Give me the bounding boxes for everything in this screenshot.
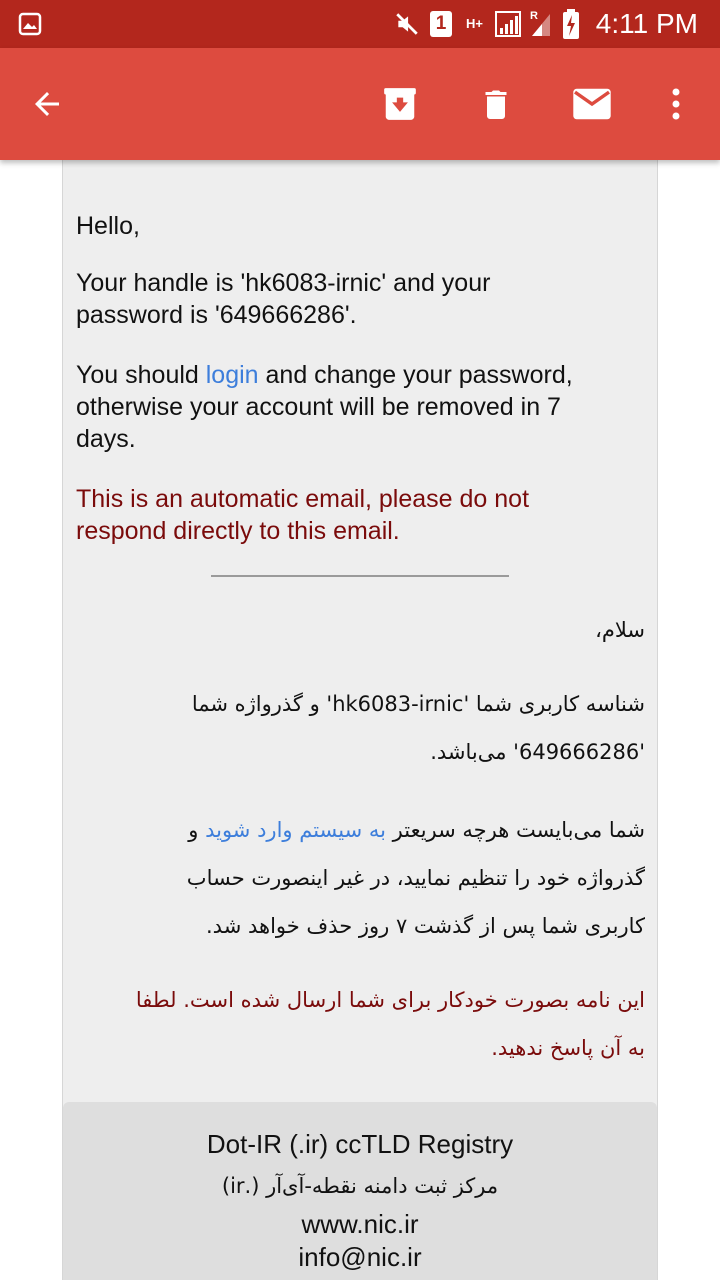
fa-auto-notice-line-1: این نامه بصورت خودکار برای شما ارسال شده… — [135, 988, 645, 1012]
fa-auto-notice-line-2: به آن پاسخ ندهید. — [491, 1036, 645, 1060]
battery-charging-icon — [562, 0, 580, 48]
email-body-scroll[interactable]: Hello, Your handle is 'hk6083-irnic' and… — [0, 160, 720, 1280]
data-icon: H+ — [466, 0, 483, 48]
greeting-text: Hello, — [76, 212, 140, 240]
divider — [211, 575, 509, 577]
fa-instruction-suffix: و — [188, 818, 206, 842]
roaming-label: R — [530, 10, 538, 22]
fa-handle-text-line-1: شناسه کاربری شما 'hk6083-irnic' و گذرواژ… — [191, 692, 645, 716]
signal-icon — [494, 0, 522, 48]
instruction-prefix: You should — [76, 361, 206, 389]
fa-greeting-text: سلام، — [595, 618, 645, 642]
footer-title-fa: مرکز ثبت دامنه نقطه-آی‌آر (.ir) — [221, 1174, 499, 1198]
footer-title: Dot-IR (.ir) ccTLD Registry — [206, 1129, 514, 1159]
back-arrow-icon — [35, 92, 59, 116]
app-bar — [0, 48, 720, 160]
archive-icon — [384, 88, 416, 120]
delete-icon — [485, 90, 507, 119]
sim-count-badge: 1 — [430, 11, 452, 37]
handle-text-line-1: Your handle is 'hk6083-irnic' and your — [76, 269, 491, 297]
fa-instruction-text-line-2: گذرواژه خود را تنظیم نمایید، در غیر اینص… — [186, 866, 645, 890]
more-vert-icon — [672, 88, 680, 120]
fa-instruction-prefix: شما می‌بایست هرچه سریعتر — [385, 818, 645, 842]
instruction-text-line-3: days. — [76, 425, 136, 453]
fa-instruction-text-line-3: کاربری شما پس از گذشت ۷ روز حذف خواهد شد… — [206, 914, 645, 938]
signal-roaming-icon: R — [528, 0, 554, 48]
email-card: Hello, Your handle is 'hk6083-irnic' and… — [62, 160, 658, 1280]
more-options-button[interactable] — [652, 48, 700, 160]
image-icon — [18, 0, 42, 48]
instruction-suffix: and change your password, — [258, 361, 573, 389]
handle-text-line-2: password is '649666286'. — [76, 301, 357, 329]
auto-notice-line-1: This is an automatic email, please do no… — [76, 485, 530, 513]
footer-email-link[interactable]: info@nic.ir — [63, 1241, 657, 1273]
status-bar: 1 H+ R 4:11 PM — [0, 0, 720, 48]
mark-unread-button[interactable] — [562, 48, 622, 160]
fa-handle-text-line-2: '649666286' می‌باشد. — [430, 740, 645, 764]
fa-login-link[interactable]: به سیستم وارد شوید — [205, 818, 386, 842]
network-type-label: H+ — [466, 16, 483, 31]
login-link[interactable]: login — [206, 361, 259, 389]
status-time: 4:11 PM — [595, 8, 698, 39]
delete-button[interactable] — [464, 48, 528, 160]
back-button[interactable] — [14, 48, 80, 160]
archive-button[interactable] — [368, 48, 432, 160]
auto-notice-line-2: respond directly to this email. — [76, 517, 400, 545]
mute-icon — [394, 0, 420, 48]
fa-instruction-text-line-1: شما می‌بایست هرچه سریعتر به سیستم وارد ش… — [75, 806, 645, 854]
email-footer: Dot-IR (.ir) ccTLD Registry مرکز ثبت دام… — [63, 1102, 657, 1280]
footer-website-link[interactable]: www.nic.ir — [63, 1208, 657, 1240]
mail-icon — [573, 88, 611, 120]
instruction-text-line-1: You should login and change your passwor… — [76, 359, 646, 391]
sim-icon: 1 — [430, 0, 452, 48]
instruction-text-line-2: otherwise your account will be removed i… — [76, 393, 561, 421]
